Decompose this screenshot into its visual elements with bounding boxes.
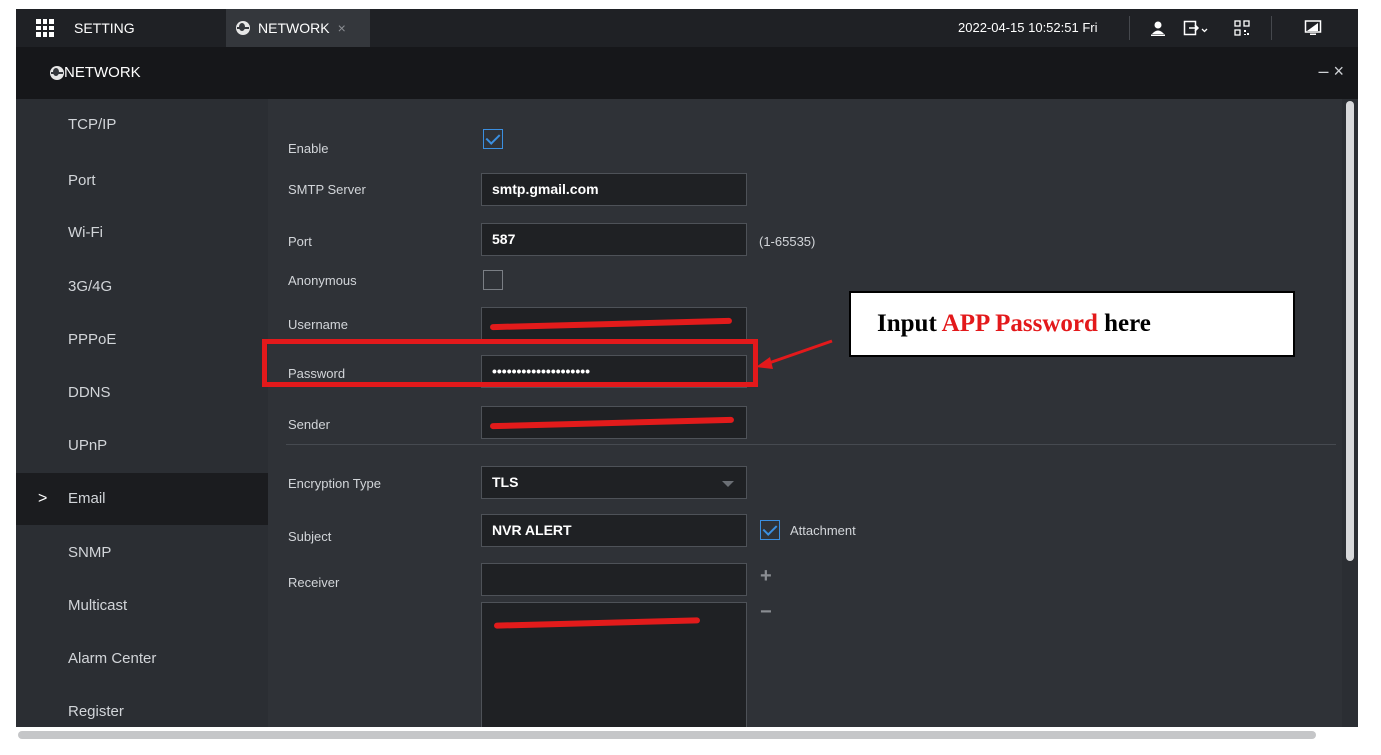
- window-controls: – ×: [1318, 61, 1344, 82]
- section-divider: [286, 444, 1336, 445]
- logout-icon[interactable]: [1183, 19, 1209, 37]
- sidebar-item-label: Alarm Center: [68, 650, 157, 667]
- sidebar: TCP/IP Port Wi-Fi 3G/4G PPPoE DDNS UPnP …: [16, 99, 268, 727]
- globe-icon: [50, 66, 64, 80]
- port-label: Port: [288, 234, 312, 249]
- divider: [1271, 16, 1272, 40]
- port-range-hint: (1-65535): [759, 234, 816, 249]
- sidebar-item-label: Wi-Fi: [68, 224, 103, 241]
- anonymous-label: Anonymous: [288, 273, 357, 288]
- sidebar-item-tcpip[interactable]: TCP/IP: [16, 99, 268, 151]
- sidebar-item-label: DDNS: [68, 384, 111, 401]
- sidebar-item-label: TCP/IP: [68, 116, 117, 133]
- vertical-scrollbar[interactable]: [1346, 101, 1354, 561]
- smtp-server-label: SMTP Server: [288, 182, 366, 197]
- sidebar-item-upnp[interactable]: UPnP: [16, 420, 268, 472]
- globe-icon: [236, 21, 250, 35]
- sidebar-item-3g4g[interactable]: 3G/4G: [16, 261, 268, 313]
- remove-receiver-button[interactable]: −: [760, 601, 772, 624]
- chevron-down-icon: [722, 481, 734, 487]
- encryption-type-select[interactable]: TLS: [481, 466, 747, 499]
- sidebar-item-ddns[interactable]: DDNS: [16, 367, 268, 419]
- sidebar-item-alarm-center[interactable]: Alarm Center: [16, 633, 268, 685]
- sidebar-item-port[interactable]: Port: [16, 155, 268, 207]
- sender-input[interactable]: [481, 406, 747, 439]
- sidebar-item-pppoe[interactable]: PPPoE: [16, 314, 268, 366]
- user-icon[interactable]: [1149, 19, 1167, 37]
- username-input[interactable]: [481, 307, 747, 340]
- callout-suffix: here: [1097, 310, 1151, 337]
- redaction-mark: [489, 317, 733, 331]
- minimize-button[interactable]: –: [1318, 61, 1328, 81]
- tab-network[interactable]: NETWORK ×: [226, 9, 370, 47]
- horizontal-scrollbar[interactable]: [18, 731, 1316, 739]
- datetime: 2022-04-15 10:52:51 Fri: [958, 20, 1098, 35]
- attachment-checkbox[interactable]: [760, 520, 780, 540]
- sidebar-item-label: Email: [68, 490, 106, 507]
- redaction-mark: [489, 416, 735, 430]
- username-label: Username: [288, 317, 348, 332]
- callout-highlight: APP Password: [941, 310, 1098, 337]
- receiver-label: Receiver: [288, 575, 340, 590]
- grid-menu-icon: [36, 19, 54, 37]
- callout-annotation: Input APP Password here: [849, 291, 1295, 357]
- sidebar-item-label: Register: [68, 703, 124, 720]
- tab-network-label: NETWORK: [258, 20, 330, 36]
- subject-input[interactable]: NVR ALERT: [481, 514, 747, 547]
- anonymous-checkbox[interactable]: [483, 270, 503, 290]
- sidebar-item-label: SNMP: [68, 544, 112, 561]
- redaction-mark: [493, 617, 701, 629]
- tab-close-button[interactable]: ×: [338, 20, 346, 36]
- receiver-list[interactable]: [481, 602, 747, 727]
- sidebar-item-multicast[interactable]: Multicast: [16, 580, 268, 632]
- sidebar-item-label: Port: [68, 172, 96, 189]
- monitor-icon[interactable]: [1304, 19, 1322, 37]
- chevron-right-icon: >: [38, 490, 48, 507]
- port-input[interactable]: 587: [481, 223, 747, 256]
- qr-code-icon[interactable]: [1233, 19, 1251, 37]
- sidebar-item-wifi[interactable]: Wi-Fi: [16, 207, 268, 259]
- encryption-type-label: Encryption Type: [288, 476, 381, 491]
- encryption-type-value: TLS: [492, 474, 519, 490]
- enable-checkbox[interactable]: [483, 129, 503, 149]
- receiver-input[interactable]: [481, 563, 747, 596]
- add-receiver-button[interactable]: +: [760, 565, 772, 588]
- divider: [1129, 16, 1130, 40]
- sidebar-item-label: PPPoE: [68, 331, 117, 348]
- page-title: NETWORK: [64, 64, 141, 81]
- sidebar-item-snmp[interactable]: SNMP: [16, 527, 268, 579]
- sidebar-item-label: UPnP: [68, 437, 108, 454]
- setting-menu-button[interactable]: SETTING: [16, 9, 226, 47]
- top-bar: SETTING NETWORK × 2022-04-15 10:52:51 Fr…: [16, 9, 1358, 47]
- sidebar-item-email[interactable]: > Email: [16, 473, 268, 525]
- sender-label: Sender: [288, 417, 330, 432]
- sidebar-item-label: 3G/4G: [68, 278, 113, 295]
- close-button[interactable]: ×: [1333, 61, 1344, 81]
- sidebar-item-register[interactable]: Register: [16, 686, 268, 727]
- callout-arrow-icon: [756, 339, 833, 369]
- password-highlight-box: [262, 339, 758, 387]
- enable-label: Enable: [288, 141, 329, 156]
- callout-prefix: Input: [877, 310, 942, 337]
- sidebar-item-label: Multicast: [68, 597, 128, 614]
- subject-label: Subject: [288, 529, 332, 544]
- smtp-server-input[interactable]: smtp.gmail.com: [481, 173, 747, 206]
- setting-label: SETTING: [74, 20, 135, 36]
- email-settings-panel: Enable SMTP Server smtp.gmail.com Port 5…: [268, 99, 1342, 727]
- attachment-label: Attachment: [790, 523, 856, 538]
- window-title-bar: NETWORK – ×: [16, 47, 1358, 99]
